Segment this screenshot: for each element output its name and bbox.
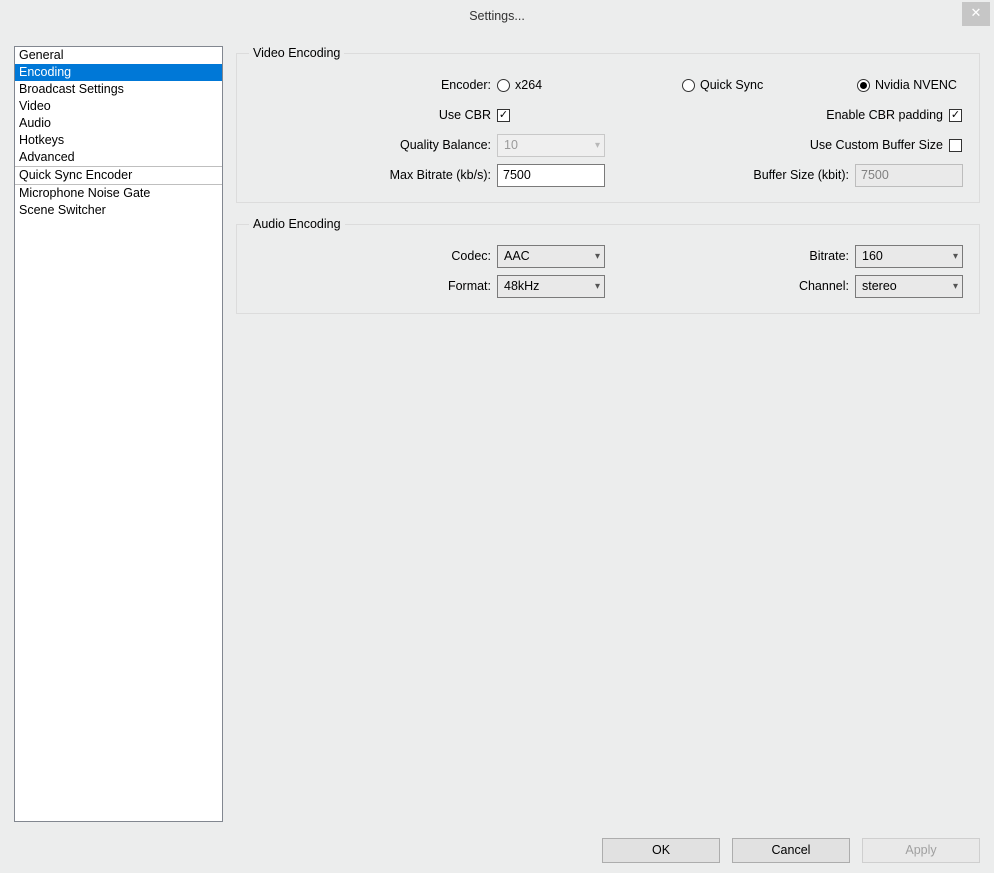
quality-row: Quality Balance: 10 ▾ Use Custom Buffer … <box>249 130 967 160</box>
dialog-footer: OK Cancel Apply <box>602 838 980 863</box>
max-bitrate-label: Max Bitrate (kb/s): <box>249 168 497 182</box>
sidebar-item-hotkeys[interactable]: Hotkeys <box>15 132 222 149</box>
chevron-down-icon: ▾ <box>953 251 958 262</box>
audio-bitrate-label: Bitrate: <box>617 249 855 263</box>
format-select[interactable]: 48kHz ▾ <box>497 275 605 298</box>
quality-balance-label: Quality Balance: <box>249 138 497 152</box>
format-value: 48kHz <box>504 279 539 293</box>
audio-encoding-group: Audio Encoding Codec: AAC ▾ Bitrate: 160… <box>236 217 980 314</box>
codec-label: Codec: <box>249 249 497 263</box>
codec-value: AAC <box>504 249 530 263</box>
audio-bitrate-value: 160 <box>862 249 883 263</box>
sidebar-item-advanced[interactable]: Advanced <box>15 149 222 166</box>
radio-icon <box>497 79 510 92</box>
channel-value: stereo <box>862 279 897 293</box>
sidebar-item-audio[interactable]: Audio <box>15 115 222 132</box>
radio-icon <box>682 79 695 92</box>
use-custom-buffer-checkbox[interactable]: ✓ <box>949 139 962 152</box>
bitrate-row: Max Bitrate (kb/s): Buffer Size (kbit): <box>249 160 967 190</box>
chevron-down-icon: ▾ <box>595 251 600 262</box>
sidebar-item-broadcast-settings[interactable]: Broadcast Settings <box>15 81 222 98</box>
chevron-down-icon: ▾ <box>953 281 958 292</box>
codec-row: Codec: AAC ▾ Bitrate: 160 ▾ <box>249 241 967 271</box>
codec-select[interactable]: AAC ▾ <box>497 245 605 268</box>
title-bar: Settings... ✕ <box>0 0 994 32</box>
cbr-row: Use CBR ✓ Enable CBR padding ✓ <box>249 100 967 130</box>
apply-button: Apply <box>862 838 980 863</box>
buffer-size-label: Buffer Size (kbit): <box>617 168 855 182</box>
sidebar-item-microphone-noise-gate[interactable]: Microphone Noise Gate <box>15 185 222 202</box>
encoder-row: Encoder: x264 Quick Sync Nvidia NVENC <box>249 70 967 100</box>
channel-label: Channel: <box>617 279 855 293</box>
window-title: Settings... <box>469 0 525 32</box>
encoder-option-quicksync[interactable]: Quick Sync <box>682 78 812 92</box>
sidebar-item-quick-sync-encoder[interactable]: Quick Sync Encoder <box>15 167 222 184</box>
settings-panel: Video Encoding Encoder: x264 Quick Sync <box>236 46 980 328</box>
enable-cbr-padding-checkbox[interactable]: ✓ <box>949 109 962 122</box>
format-label: Format: <box>249 279 497 293</box>
enable-cbr-padding-label: Enable CBR padding <box>617 108 949 122</box>
buffer-size-input <box>855 164 963 187</box>
encoder-option-nvenc-label: Nvidia NVENC <box>875 78 957 92</box>
ok-button[interactable]: OK <box>602 838 720 863</box>
encoder-option-x264-label: x264 <box>515 78 542 92</box>
encoder-option-quicksync-label: Quick Sync <box>700 78 763 92</box>
chevron-down-icon: ▾ <box>595 281 600 292</box>
settings-category-list[interactable]: GeneralEncodingBroadcast SettingsVideoAu… <box>14 46 223 822</box>
close-button[interactable]: ✕ <box>962 2 990 26</box>
encoder-label: Encoder: <box>249 78 497 92</box>
chevron-down-icon: ▾ <box>595 140 600 151</box>
quality-balance-select: 10 ▾ <box>497 134 605 157</box>
use-cbr-label: Use CBR <box>249 108 497 122</box>
sidebar-item-general[interactable]: General <box>15 47 222 64</box>
encoder-option-nvenc[interactable]: Nvidia NVENC <box>857 78 957 92</box>
sidebar-item-scene-switcher[interactable]: Scene Switcher <box>15 202 222 219</box>
radio-icon <box>857 79 870 92</box>
channel-select[interactable]: stereo ▾ <box>855 275 963 298</box>
quality-balance-value: 10 <box>504 138 518 152</box>
cancel-button[interactable]: Cancel <box>732 838 850 863</box>
use-custom-buffer-label: Use Custom Buffer Size <box>617 138 949 152</box>
video-encoding-legend: Video Encoding <box>249 46 344 60</box>
use-cbr-checkbox[interactable]: ✓ <box>497 109 510 122</box>
close-icon: ✕ <box>971 5 982 20</box>
encoder-option-x264[interactable]: x264 <box>497 78 617 92</box>
sidebar-item-encoding[interactable]: Encoding <box>15 64 222 81</box>
format-row: Format: 48kHz ▾ Channel: stereo ▾ <box>249 271 967 301</box>
video-encoding-group: Video Encoding Encoder: x264 Quick Sync <box>236 46 980 203</box>
sidebar-item-video[interactable]: Video <box>15 98 222 115</box>
max-bitrate-input[interactable] <box>497 164 605 187</box>
audio-encoding-legend: Audio Encoding <box>249 217 345 231</box>
audio-bitrate-select[interactable]: 160 ▾ <box>855 245 963 268</box>
